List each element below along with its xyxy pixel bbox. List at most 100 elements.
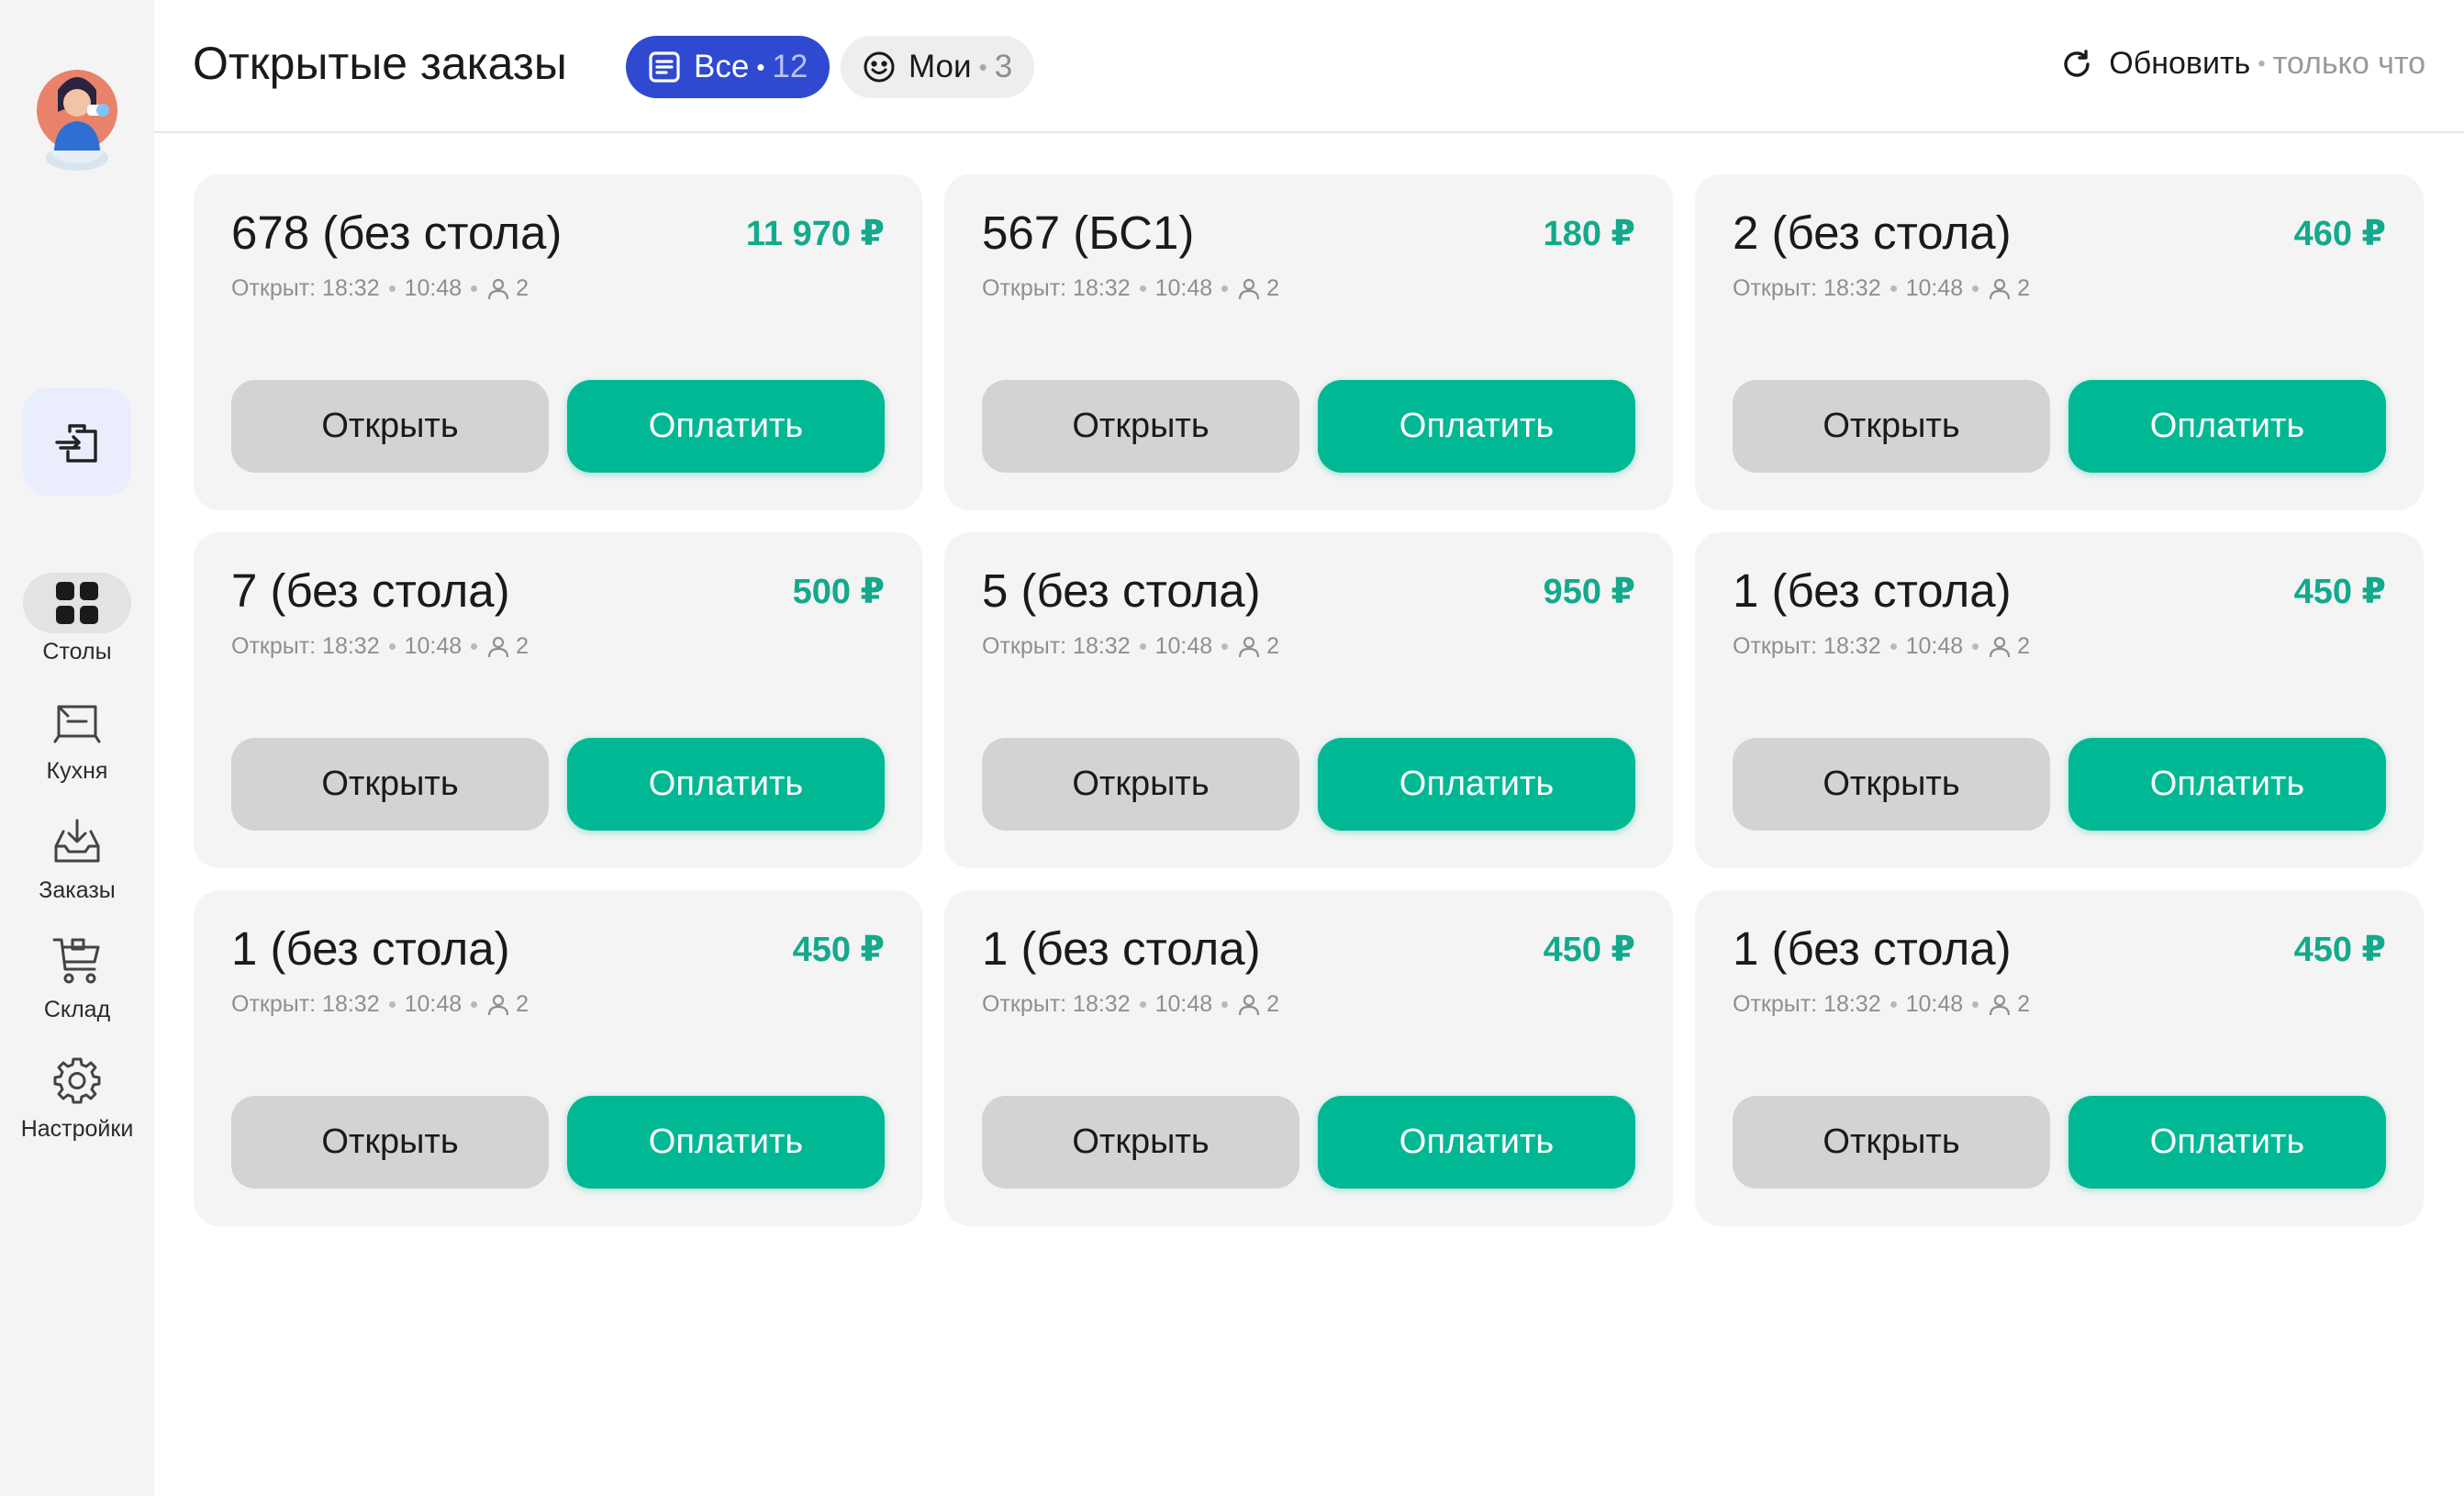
open-order-button[interactable]: Открыть [231, 738, 549, 831]
cart-icon [52, 938, 100, 984]
filter-mine-chip[interactable]: Мои • 3 [841, 36, 1035, 98]
open-order-button[interactable]: Открыть [1733, 738, 2050, 831]
meta-separator [1139, 643, 1146, 650]
order-duration: 10:48 [1905, 275, 1964, 301]
smiley-icon [864, 51, 895, 83]
person-icon [488, 278, 509, 299]
open-order-button[interactable]: Открыть [231, 380, 549, 473]
order-amount: 450 ₽ [2293, 931, 2386, 969]
orders-grid: 678 (без стола) 11 970 ₽ Открыт: 18:32 1… [194, 174, 2424, 1226]
exit-icon [55, 423, 97, 463]
nav-tables-label: Столы [42, 639, 112, 664]
order-title: 2 (без стола) [1733, 207, 2012, 259]
meta-separator [1972, 285, 1979, 292]
order-card: 1 (без стола) 450 ₽ Открыт: 18:32 10:48 … [1695, 532, 2424, 868]
order-opened-time: Открыт: 18:32 [1733, 633, 1881, 659]
filter-mine-count: 3 [994, 49, 1013, 84]
order-duration: 10:48 [1905, 991, 1964, 1017]
order-opened-time: Открыт: 18:32 [982, 275, 1131, 301]
refresh-time: только что [2272, 46, 2425, 81]
order-card: 7 (без стола) 500 ₽ Открыт: 18:32 10:48 … [194, 532, 922, 868]
order-title: 567 (БС1) [982, 207, 1195, 259]
pay-order-button[interactable]: Оплатить [567, 1096, 885, 1189]
nav-kitchen-label: Кухня [46, 758, 108, 784]
order-card: 567 (БС1) 180 ₽ Открыт: 18:32 10:48 2 От… [944, 174, 1673, 510]
gear-icon [53, 1057, 101, 1104]
order-guests: 2 [1266, 633, 1280, 659]
order-guests: 2 [516, 275, 530, 301]
open-order-button[interactable]: Открыть [1733, 380, 2050, 473]
order-amount: 450 ₽ [2293, 573, 2386, 611]
order-duration: 10:48 [1905, 633, 1964, 659]
meta-separator [1139, 1001, 1146, 1008]
open-order-button[interactable]: Открыть [982, 738, 1299, 831]
filter-mine-label: Мои [909, 49, 972, 84]
order-duration: 10:48 [404, 633, 463, 659]
user-avatar[interactable] [36, 55, 118, 174]
order-opened-time: Открыт: 18:32 [1733, 991, 1881, 1017]
meta-separator [388, 643, 396, 650]
pay-order-button[interactable]: Оплатить [2068, 738, 2386, 831]
person-icon [1990, 278, 2011, 299]
order-guests: 2 [2017, 633, 2031, 659]
meta-separator [471, 1001, 478, 1008]
order-guests: 2 [1266, 991, 1280, 1017]
order-card: 2 (без стола) 460 ₽ Открыт: 18:32 10:48 … [1695, 174, 2424, 510]
order-guests: 2 [2017, 275, 2031, 301]
nav-orders-label: Заказы [39, 877, 116, 903]
list-icon [649, 51, 680, 83]
order-title: 1 (без стола) [1733, 564, 2012, 617]
page-title: Открытые заказы [193, 38, 567, 89]
order-card: 1 (без стола) 450 ₽ Открыт: 18:32 10:48 … [944, 890, 1673, 1226]
filter-all-chip[interactable]: Все • 12 [626, 36, 831, 98]
pay-order-button[interactable]: Оплатить [567, 738, 885, 831]
filter-all-count: 12 [772, 49, 808, 84]
pay-order-button[interactable]: Оплатить [1318, 738, 1635, 831]
order-meta: Открыт: 18:32 10:48 2 [231, 275, 529, 302]
meta-separator [1972, 643, 1979, 650]
meta-separator [388, 1001, 396, 1008]
pay-order-button[interactable]: Оплатить [2068, 380, 2386, 473]
filter-mine-separator: • [978, 52, 987, 81]
order-amount: 180 ₽ [1543, 215, 1635, 253]
pay-order-button[interactable]: Оплатить [2068, 1096, 2386, 1189]
meta-separator [1221, 1001, 1229, 1008]
kitchen-icon [53, 705, 101, 743]
order-meta: Открыт: 18:32 10:48 2 [231, 991, 529, 1018]
refresh-separator: • [2258, 50, 2266, 76]
refresh-label: Обновить [2109, 46, 2251, 81]
open-order-button[interactable]: Открыть [982, 1096, 1299, 1189]
pay-order-button[interactable]: Оплатить [1318, 380, 1635, 473]
person-icon [1990, 994, 2011, 1015]
filter-all-separator: • [756, 52, 765, 81]
pay-order-button[interactable]: Оплатить [1318, 1096, 1635, 1189]
order-meta: Открыт: 18:32 10:48 2 [982, 633, 1279, 660]
order-opened-time: Открыт: 18:32 [982, 991, 1131, 1017]
nav-warehouse[interactable]: Склад [0, 931, 154, 1023]
open-order-button[interactable]: Открыть [231, 1096, 549, 1189]
order-amount: 450 ₽ [792, 931, 885, 969]
order-amount: 460 ₽ [2293, 215, 2386, 253]
order-opened-time: Открыт: 18:32 [982, 633, 1131, 659]
order-amount: 500 ₽ [792, 573, 885, 611]
order-title: 5 (без стола) [982, 564, 1261, 617]
open-order-button[interactable]: Открыть [1733, 1096, 2050, 1189]
open-order-button[interactable]: Открыть [982, 380, 1299, 473]
nav-orders[interactable]: Заказы [0, 811, 154, 904]
order-duration: 10:48 [404, 275, 463, 301]
exit-shift-button[interactable] [23, 388, 131, 496]
meta-separator [1972, 1001, 1979, 1008]
pay-order-button[interactable]: Оплатить [567, 380, 885, 473]
order-meta: Открыт: 18:32 10:48 2 [1733, 633, 2030, 660]
nav-settings[interactable]: Настройки [0, 1050, 154, 1143]
nav-tables[interactable]: Столы [0, 573, 154, 665]
order-guests: 2 [516, 633, 530, 659]
nav-tables-icon-wrap [23, 573, 131, 633]
person-icon [1239, 636, 1260, 657]
order-title: 1 (без стола) [982, 922, 1261, 975]
refresh-button[interactable]: Обновить [2061, 46, 2250, 82]
order-meta: Открыт: 18:32 10:48 2 [982, 275, 1279, 302]
order-duration: 10:48 [404, 991, 463, 1017]
nav-kitchen[interactable]: Кухня [0, 692, 154, 785]
order-title: 7 (без стола) [231, 564, 510, 617]
